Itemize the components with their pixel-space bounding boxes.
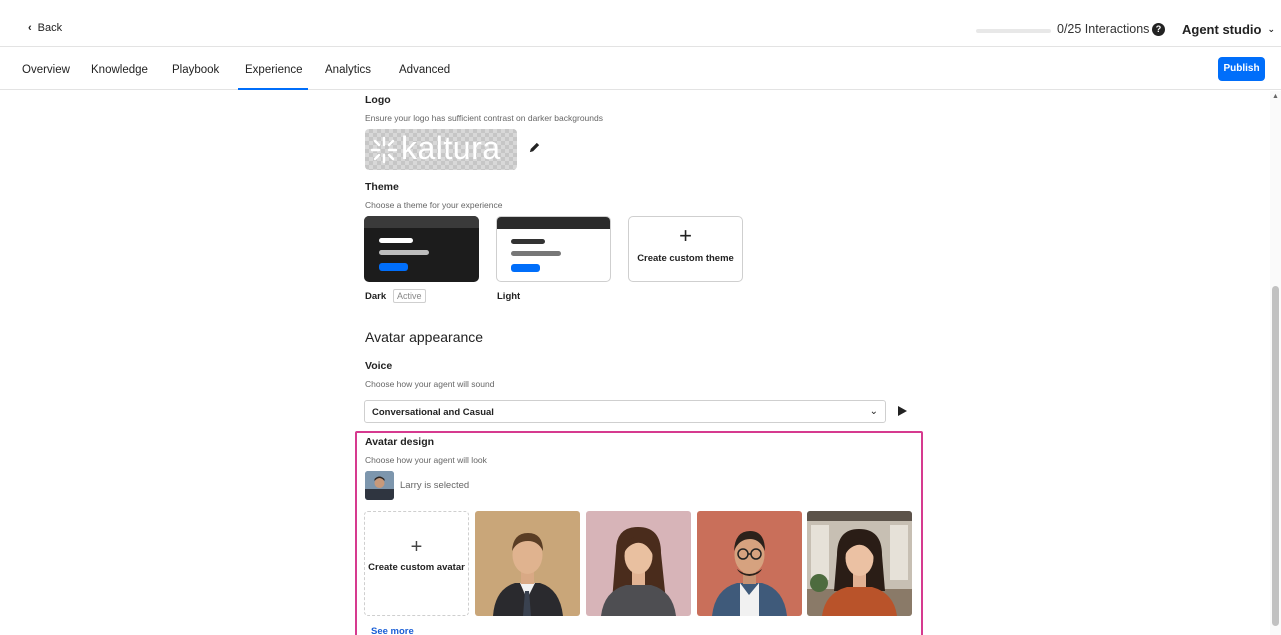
pencil-icon[interactable] [528,141,541,154]
voice-description: Choose how your agent will sound [365,379,495,389]
scroll-up-arrow-icon[interactable]: ▲ [1272,93,1279,100]
voice-select[interactable]: Conversational and Casual ⌄ [364,400,886,423]
avatar-option[interactable] [475,511,580,616]
active-badge: Active [393,289,426,303]
theme-header-bar [364,216,479,228]
theme-light-label: Light [497,291,521,302]
theme-line [379,250,429,255]
active-tab-indicator [238,88,308,90]
theme-line [511,239,545,244]
avatar-design-description: Choose how your agent will look [365,455,487,465]
tab-playbook[interactable]: Playbook [172,64,219,76]
plus-icon: + [679,223,692,248]
experience-content: Logo Ensure your logo has sufficient con… [0,91,1270,635]
avatar-design-title: Avatar design [365,436,435,448]
avatar-option[interactable] [807,511,912,616]
chevron-down-icon: ⌄ [1267,24,1275,34]
chevron-left-icon: ‹ [28,22,32,34]
avatar-option[interactable] [697,511,802,616]
tab-analytics[interactable]: Analytics [325,64,371,76]
publish-button[interactable]: Publish [1218,57,1265,81]
kaltura-logo-mark-icon [370,136,398,164]
logo-preview[interactable]: kaltura [365,129,517,170]
theme-description: Choose a theme for your experience [365,200,503,210]
theme-line [379,238,413,243]
top-bar: ‹ Back 0/25 Interactions ? Agent studio … [0,0,1281,47]
tab-overview[interactable]: Overview [22,64,70,76]
logo-description: Ensure your logo has sufficient contrast… [365,113,603,123]
avatar-appearance-title: Avatar appearance [365,329,484,345]
theme-light-card[interactable] [496,216,611,282]
logo-text: kaltura [401,130,501,166]
interactions-progress-bar [976,29,1051,33]
theme-title: Theme [365,181,399,193]
logo-title: Logo [365,94,391,106]
create-custom-theme-button[interactable]: + Create custom theme [628,216,743,282]
selected-avatar-thumbnail [365,471,394,500]
theme-button-preview [511,264,540,272]
theme-line [511,251,561,256]
theme-header-bar [497,217,610,229]
back-button[interactable]: ‹ Back [28,22,62,34]
play-icon[interactable] [897,405,908,417]
selected-avatar-text: Larry is selected [400,480,470,491]
voice-title: Voice [365,360,393,372]
theme-dark-card[interactable] [364,216,479,282]
tab-experience[interactable]: Experience [245,64,303,76]
interactions-count: 0/25 Interactions [1057,22,1150,36]
theme-dark-label: Dark [365,291,387,302]
tab-advanced[interactable]: Advanced [399,64,450,76]
create-custom-avatar-label: Create custom avatar [368,562,465,573]
chevron-down-icon: ⌄ [869,406,878,417]
create-custom-theme-label: Create custom theme [637,253,734,264]
back-label: Back [37,22,63,34]
create-custom-avatar-button[interactable]: + Create custom avatar [364,511,469,616]
vertical-scrollbar[interactable]: ▲ [1270,91,1281,635]
tab-knowledge[interactable]: Knowledge [91,64,148,76]
agent-studio-label: Agent studio [1182,22,1262,37]
avatar-option[interactable] [586,511,691,616]
voice-selected-value: Conversational and Casual [372,407,494,418]
plus-icon: + [410,536,423,558]
tab-bar: Overview Knowledge Playbook Experience A… [0,48,1281,90]
see-more-link[interactable]: See more [371,626,414,635]
agent-studio-menu[interactable]: Agent studio ⌄ [1182,22,1275,37]
question-circle-icon[interactable]: ? [1152,23,1165,36]
scrollbar-thumb[interactable] [1272,286,1279,626]
theme-button-preview [379,263,408,271]
